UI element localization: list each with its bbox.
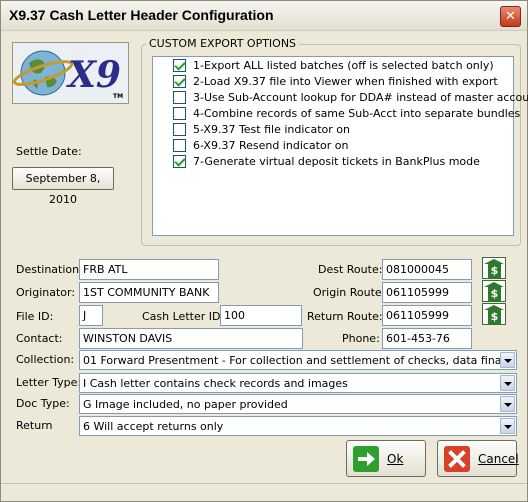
export-options-list: 1-Export ALL listed batches (off is sele… bbox=[152, 56, 528, 236]
chevron-down-icon[interactable] bbox=[500, 418, 515, 434]
ok-label: Ok bbox=[387, 452, 404, 466]
cash-letter-id-field[interactable]: 100 bbox=[220, 305, 302, 326]
file-id-field[interactable]: J bbox=[79, 305, 103, 326]
settle-date-button[interactable]: September 8, 2010 bbox=[12, 167, 114, 206]
file-id-label: File ID: bbox=[16, 310, 54, 323]
checkbox-sub-account-lookup[interactable] bbox=[173, 91, 186, 104]
originator-label: Originator: bbox=[16, 286, 76, 299]
dest-route-field[interactable]: 081000045 bbox=[382, 259, 472, 280]
origin-route-lookup-button[interactable]: $ bbox=[482, 280, 506, 302]
phone-label: Phone: bbox=[342, 332, 380, 345]
origin-route-field[interactable]: 061105999 bbox=[382, 282, 472, 303]
collection-value: 01 Forward Presentment - For collection … bbox=[83, 354, 505, 367]
option-load-viewer[interactable]: 2-Load X9.37 file into Viewer when finis… bbox=[173, 74, 513, 90]
contact-field[interactable]: WINSTON DAVIS bbox=[79, 328, 303, 349]
x9-logo: X9 TM bbox=[12, 42, 129, 104]
option-sub-account-lookup[interactable]: 3-Use Sub-Account lookup for DDA# instea… bbox=[173, 90, 528, 106]
checkbox-resend-indicator[interactable] bbox=[173, 139, 186, 152]
close-button[interactable]: ✕ bbox=[500, 6, 521, 27]
x9-globe-logo-icon: X9 TM bbox=[12, 50, 123, 100]
letter-type-value: I Cash letter contains check records and… bbox=[83, 377, 348, 390]
checkbox-export-all[interactable] bbox=[173, 59, 186, 72]
return-route-lookup-button[interactable]: $ bbox=[482, 303, 506, 325]
dest-route-lookup-button[interactable]: $ bbox=[482, 257, 506, 279]
option-test-indicator[interactable]: 5-X9.37 Test file indicator on bbox=[173, 122, 513, 138]
destination-field[interactable]: FRB ATL bbox=[79, 259, 219, 280]
svg-text:TM: TM bbox=[113, 93, 123, 100]
letter-type-select[interactable]: I Cash letter contains check records and… bbox=[79, 373, 517, 393]
svg-text:X9: X9 bbox=[66, 54, 121, 96]
letter-type-label: Letter Type: bbox=[16, 376, 82, 389]
chevron-down-icon[interactable] bbox=[500, 396, 515, 412]
collection-select[interactable]: 01 Forward Presentment - For collection … bbox=[79, 350, 517, 370]
config-window: X9.37 Cash Letter Header Configuration ✕… bbox=[0, 0, 528, 502]
option-label: 1-Export ALL listed batches (off is sele… bbox=[193, 59, 494, 72]
option-label: 4-Combine records of same Sub-Acct into … bbox=[193, 107, 521, 120]
return-route-field[interactable]: 061105999 bbox=[382, 305, 472, 326]
ok-button[interactable]: Ok bbox=[346, 440, 426, 477]
collection-label: Collection: bbox=[16, 353, 75, 366]
doc-type-value: G Image included, no paper provided bbox=[83, 398, 288, 411]
destination-label: Destination: bbox=[16, 263, 83, 276]
option-label: 7-Generate virtual deposit tickets in Ba… bbox=[193, 155, 480, 168]
doc-type-select[interactable]: G Image included, no paper provided bbox=[79, 394, 517, 414]
close-icon: ✕ bbox=[505, 9, 516, 24]
checkbox-load-viewer[interactable] bbox=[173, 75, 186, 88]
contact-label: Contact: bbox=[16, 332, 63, 345]
option-combine-records[interactable]: 4-Combine records of same Sub-Acct into … bbox=[173, 106, 520, 122]
doc-type-label: Doc Type: bbox=[16, 397, 70, 410]
custom-export-options-legend: CUSTOM EXPORT OPTIONS bbox=[146, 37, 300, 50]
arrow-right-icon bbox=[353, 446, 379, 472]
checkbox-test-indicator[interactable] bbox=[173, 123, 186, 136]
option-label: 6-X9.37 Resend indicator on bbox=[193, 139, 349, 152]
status-bar bbox=[1, 483, 527, 501]
originator-field[interactable]: 1ST COMMUNITY BANK bbox=[79, 282, 219, 303]
option-export-all[interactable]: 1-Export ALL listed batches (off is sele… bbox=[173, 58, 513, 74]
option-label: 2-Load X9.37 file into Viewer when finis… bbox=[193, 75, 498, 88]
origin-route-label: Origin Route: bbox=[313, 286, 386, 299]
cash-letter-id-label: Cash Letter ID: bbox=[142, 310, 225, 323]
option-label: 3-Use Sub-Account lookup for DDA# instea… bbox=[193, 91, 528, 104]
chevron-down-icon[interactable] bbox=[500, 375, 515, 391]
checkbox-virtual-deposit-tickets[interactable] bbox=[173, 155, 186, 168]
return-label: Return bbox=[16, 419, 53, 432]
return-select[interactable]: 6 Will accept returns only bbox=[79, 416, 517, 436]
checkbox-combine-records[interactable] bbox=[173, 107, 186, 120]
option-resend-indicator[interactable]: 6-X9.37 Resend indicator on bbox=[173, 138, 513, 154]
window-title: X9.37 Cash Letter Header Configuration bbox=[9, 7, 274, 23]
return-route-label: Return Route: bbox=[307, 310, 383, 323]
cancel-label: Cancel bbox=[478, 452, 519, 466]
option-virtual-deposit-tickets[interactable]: 7-Generate virtual deposit tickets in Ba… bbox=[173, 154, 513, 170]
return-value: 6 Will accept returns only bbox=[83, 420, 224, 433]
phone-field[interactable]: 601-453-76 bbox=[382, 328, 472, 349]
chevron-down-icon[interactable] bbox=[500, 352, 515, 368]
cancel-button[interactable]: Cancel bbox=[437, 440, 519, 477]
title-bar[interactable]: X9.37 Cash Letter Header Configuration ✕ bbox=[1, 1, 527, 31]
settle-date-label: Settle Date: bbox=[16, 145, 82, 158]
dest-route-label: Dest Route: bbox=[318, 263, 383, 276]
option-label: 5-X9.37 Test file indicator on bbox=[193, 123, 350, 136]
x-cancel-icon bbox=[444, 446, 470, 472]
